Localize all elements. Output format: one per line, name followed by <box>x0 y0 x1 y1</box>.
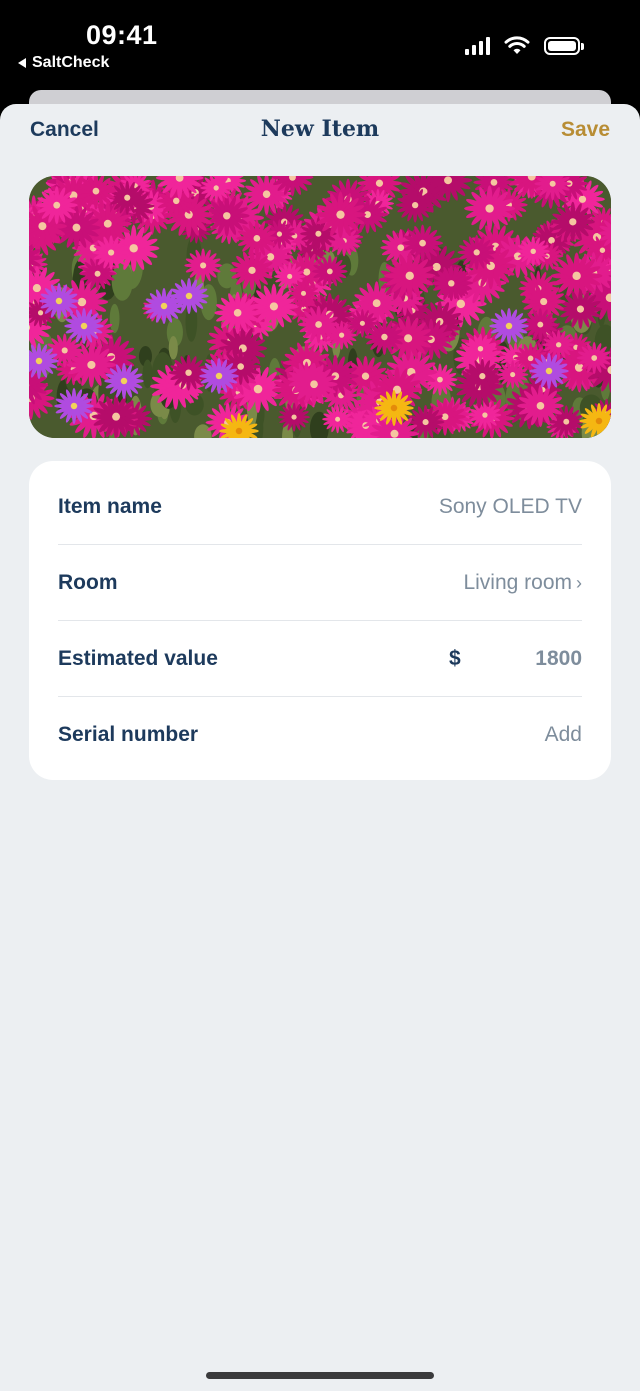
estimated-value-label: Estimated value <box>58 646 218 670</box>
cellular-signal-icon <box>465 37 490 55</box>
status-bar: 09:41 SaltCheck <box>0 0 640 90</box>
item-name-row[interactable]: Item name Sony OLED TV <box>58 469 582 544</box>
item-name-field[interactable]: Sony OLED TV <box>439 495 582 519</box>
status-icons <box>465 36 584 56</box>
flower-field-image <box>29 176 611 438</box>
chevron-right-icon: › <box>576 572 582 593</box>
estimated-value-row[interactable]: Estimated value $ 1800 <box>58 621 582 696</box>
room-label: Room <box>58 570 118 594</box>
back-to-app-link[interactable]: SaltCheck <box>18 54 109 72</box>
back-triangle-icon <box>18 58 26 68</box>
nav-bar: Cancel New Item Save <box>0 104 640 160</box>
estimated-value-input[interactable]: 1800 <box>535 647 582 671</box>
room-row[interactable]: Room Living room › <box>58 545 582 620</box>
home-indicator[interactable] <box>206 1372 434 1379</box>
page-title: New Item <box>260 116 380 142</box>
currency-symbol: $ <box>449 646 461 670</box>
serial-number-row[interactable]: Serial number Add <box>58 697 582 772</box>
item-form-card: Item name Sony OLED TV Room Living room ›… <box>29 461 611 780</box>
serial-number-label: Serial number <box>58 722 199 746</box>
save-button[interactable]: Save <box>561 118 610 142</box>
item-photo[interactable] <box>29 176 611 438</box>
room-value: Living room <box>463 570 572 594</box>
serial-number-add[interactable]: Add <box>545 723 582 747</box>
status-time: 09:41 <box>86 20 158 50</box>
item-name-label: Item name <box>58 494 162 518</box>
room-value-group: Living room › <box>463 571 582 595</box>
new-item-sheet: Cancel New Item Save Item name Sony OLED… <box>0 104 640 1391</box>
back-app-label: SaltCheck <box>32 54 110 71</box>
wifi-icon <box>504 36 530 54</box>
battery-icon <box>544 37 584 55</box>
